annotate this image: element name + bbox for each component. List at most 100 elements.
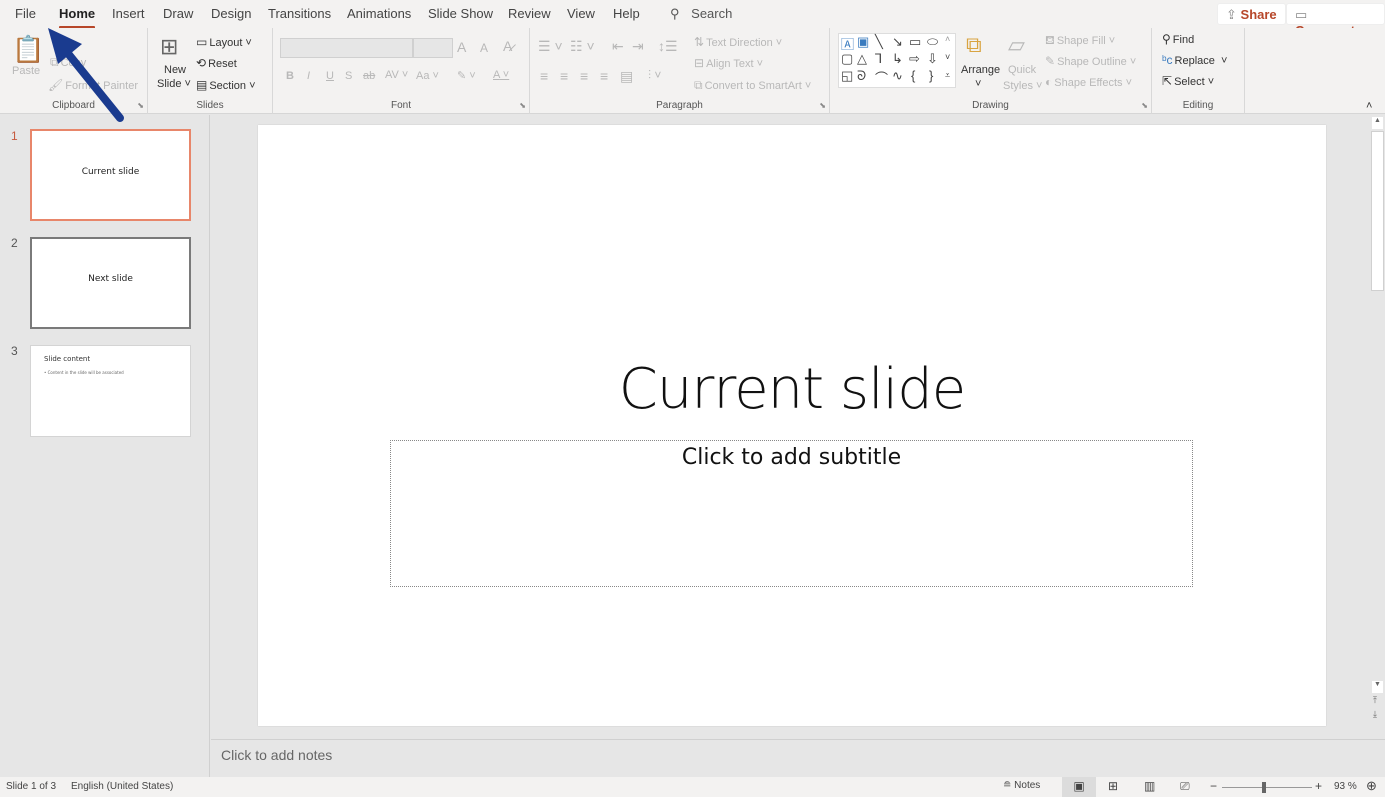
shadow-button[interactable]: S [345,70,352,82]
gallery-more-icon[interactable]: ⩡ [945,70,950,81]
char-spacing-button[interactable]: AV ˅ [385,69,408,81]
arc-shape-icon[interactable]: ⌒ [875,68,888,87]
search-box[interactable]: ⚲ Search [670,6,732,22]
rectangle-shape-icon[interactable]: ▭ [909,34,921,50]
reset-button[interactable]: ⟲ Reset [196,56,237,70]
layout-button[interactable]: ▭ Layout ˅ [196,35,252,49]
next-slide-icon[interactable]: ⤓ [1373,709,1377,720]
gallery-up-icon[interactable]: ˄ [945,34,950,44]
line-shape-icon[interactable]: ╲ [875,34,883,50]
shape-effects-button[interactable]: ◐ Shape Effects ˅ [1045,75,1132,89]
triangle-shape-icon[interactable]: △ [857,51,867,67]
new-slide-dropdown[interactable]: Slide ˅ [157,78,191,90]
scrollbar-thumb[interactable] [1371,131,1384,291]
scroll-up-icon[interactable]: ▲ [1372,117,1383,129]
text-direction-button[interactable]: ⇅ Text Direction ˅ [694,35,782,49]
shapes-gallery[interactable]: 🄰 ▣ ╲ ↘ ▭ ⬭ ▢ △ ⅂ ↳ ⇨ ⇩ ◱ ᘐ ⌒ ∿ { } ˄ ˅ … [838,33,956,88]
share-button[interactable]: ⇪ Share [1217,3,1286,25]
distributed-icon[interactable]: ▤ [620,68,633,85]
previous-slide-icon[interactable]: ⤒ [1373,695,1377,706]
right-arrow-shape-icon[interactable]: ⇨ [909,51,920,67]
justify-icon[interactable]: ≡ [600,68,608,84]
zoom-in-icon[interactable]: + [1315,779,1322,793]
oval-shape-icon[interactable]: ⬭ [927,34,938,50]
align-right-icon[interactable]: ≡ [580,68,588,84]
current-slide-canvas[interactable]: Current slide Click to add subtitle [258,125,1326,726]
align-text-button[interactable]: ⊟ Align Text ˅ [694,56,763,70]
freeform-shape-icon[interactable]: ◱ [841,68,853,84]
format-painter-button[interactable]: 🖌 Format Painter [48,78,138,92]
gallery-down-icon[interactable]: ˅ [945,52,950,62]
font-size-combo[interactable] [413,38,453,58]
zoom-level[interactable]: 93 % [1334,781,1357,792]
reading-view-icon[interactable]: ▥ [1144,779,1155,793]
shape-fill-button[interactable]: ⛾ Shape Fill ˅ [1045,33,1115,49]
tab-help[interactable]: Help [613,6,640,21]
slideshow-view-icon[interactable]: ⎚ [1180,779,1190,794]
align-left-icon[interactable]: ≡ [540,68,548,84]
paste-button[interactable]: Paste [12,65,40,77]
down-arrow-shape-icon[interactable]: ⇩ [927,51,938,67]
slide-title[interactable]: Current slide [258,357,1326,422]
right-brace-shape-icon[interactable]: } [929,68,933,83]
curve-shape-icon[interactable]: ∿ [892,68,903,84]
highlight-button[interactable]: ✎ ˅ [457,69,476,82]
underline-button[interactable]: U [326,70,334,82]
zoom-out-icon[interactable]: − [1210,779,1217,793]
tab-home[interactable]: Home [59,6,96,29]
shrink-font-button[interactable]: A [480,41,488,55]
normal-view-icon[interactable]: ▣ [1062,777,1096,797]
zoom-slider-track[interactable] [1222,787,1312,788]
tab-slide-show[interactable]: Slide Show [428,6,493,21]
vertical-scrollbar[interactable]: ▲ ▼ ⤒ ⤓ [1370,115,1385,738]
strikethrough-button[interactable]: ab [363,70,375,82]
left-brace-shape-icon[interactable]: { [911,68,915,83]
quick-styles-button[interactable]: Quick [1008,64,1036,76]
scroll-down-icon[interactable]: ▼ [1372,681,1383,693]
align-center-icon[interactable]: ≡ [560,68,568,84]
copy-button[interactable]: ⧉ Copy [50,55,86,70]
rectangle2-shape-icon[interactable]: ▢ [841,51,853,67]
zoom-slider-thumb[interactable] [1261,782,1266,793]
smartart-button[interactable]: ⧉ Convert to SmartArt ˅ [694,78,811,93]
numbering-icon[interactable]: ☷ ˅ [570,38,595,55]
change-case-button[interactable]: Aa ˅ [416,70,439,82]
section-button[interactable]: ▤ Section ˅ [196,78,256,92]
elbow-arrow-icon[interactable]: ↳ [892,51,903,67]
increase-indent-icon[interactable]: ⇥ [632,38,644,55]
notes-pane[interactable]: Click to add notes [211,739,1385,777]
tab-design[interactable]: Design [211,6,251,21]
bold-button[interactable]: B [286,70,294,82]
elbow-connector-icon[interactable]: ⅂ [875,51,882,67]
font-color-button[interactable]: A ˅ [493,69,509,81]
shape-outline-button[interactable]: ✎ Shape Outline ˅ [1045,54,1136,68]
vertical-textbox-shape-icon[interactable]: ▣ [857,34,869,50]
bullets-icon[interactable]: ☰ ˅ [538,38,563,55]
italic-button[interactable]: I [307,70,310,82]
subtitle-placeholder[interactable]: Click to add subtitle [390,440,1193,587]
arrow-line-shape-icon[interactable]: ↘ [892,34,903,50]
line-spacing-icon[interactable]: ↕☰ [658,38,678,55]
tab-transitions[interactable]: Transitions [268,6,331,21]
slide-sorter-icon[interactable]: ⊞ [1108,779,1118,793]
fit-to-window-icon[interactable]: ⊕ [1366,778,1377,794]
tab-insert[interactable]: Insert [112,6,145,21]
grow-font-button[interactable]: A [457,39,466,55]
tab-review[interactable]: Review [508,6,551,21]
slide-thumbnail-3[interactable]: Slide content • Content in the slide wil… [30,345,191,437]
collapse-ribbon-icon[interactable]: ˄ [1366,100,1372,112]
columns-icon[interactable]: ⫶ ˅ [648,68,661,83]
dialog-launcher-icon[interactable]: ⬊ [1141,101,1148,110]
arrange-dropdown-icon[interactable]: ˅ [975,78,981,90]
new-slide-button[interactable]: New [164,64,186,76]
language-status[interactable]: English (United States) [71,781,173,792]
dialog-launcher-icon[interactable]: ⬊ [519,101,526,110]
tab-animations[interactable]: Animations [347,6,411,21]
dialog-launcher-icon[interactable]: ⬊ [819,101,826,110]
notes-toggle-button[interactable]: ≘ Notes [1003,780,1040,791]
comments-button[interactable]: ▭ Comments [1286,3,1385,38]
clear-formatting-icon[interactable]: A̷ [503,38,512,54]
quick-styles-label[interactable]: Styles ˅ [1003,80,1042,92]
dialog-launcher-icon[interactable]: ⬊ [137,101,144,110]
tab-draw[interactable]: Draw [163,6,193,21]
